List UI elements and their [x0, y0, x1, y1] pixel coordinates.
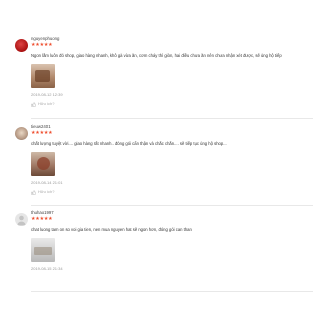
- divider: [31, 118, 313, 119]
- thumbs-up-icon: [31, 189, 36, 195]
- helpful-label: Hữu ích?: [38, 189, 55, 194]
- review-list: nguyenphuong ★★★★★ Ngon lắm luôn đó shop…: [0, 0, 320, 320]
- avatar[interactable]: [15, 127, 28, 140]
- review-photo-thumbnail[interactable]: [31, 152, 55, 176]
- review-comment: Ngon lắm luôn đó shop, giao hàng nhanh, …: [31, 53, 282, 58]
- review-comment: chat luong tam on so voi gia tien, nen m…: [31, 227, 192, 232]
- rating-stars: ★★★★★: [31, 130, 53, 136]
- review-content: tieuw2401 ★★★★★ chất lượng tuyệt vời....…: [31, 124, 313, 195]
- helpful-button[interactable]: Hữu ích?: [31, 101, 313, 107]
- review-timestamp: 2019-08-15 21:34: [31, 266, 63, 271]
- review-content: thuhao1997 ★★★★★ chat luong tam on so vo…: [31, 210, 313, 272]
- review-timestamp: 2019-08-12 12:39: [31, 92, 63, 97]
- rating-stars: ★★★★★: [31, 216, 53, 222]
- divider: [31, 291, 313, 292]
- rating-stars: ★★★★★: [31, 42, 53, 48]
- review-comment: chất lượng tuyệt vời.... giao hàng rất n…: [31, 141, 227, 146]
- default-user-icon: [17, 215, 26, 226]
- helpful-button[interactable]: Hữu ích?: [31, 189, 313, 195]
- avatar[interactable]: [15, 39, 28, 52]
- avatar[interactable]: [15, 213, 28, 226]
- review-photo-thumbnail[interactable]: [31, 238, 55, 262]
- review-photo-thumbnail[interactable]: [31, 64, 55, 88]
- review-content: nguyenphuong ★★★★★ Ngon lắm luôn đó shop…: [31, 36, 313, 107]
- thumbs-up-icon: [31, 101, 36, 107]
- helpful-label: Hữu ích?: [38, 101, 55, 106]
- divider: [31, 205, 313, 206]
- review-timestamp: 2019-08-14 21:01: [31, 180, 63, 185]
